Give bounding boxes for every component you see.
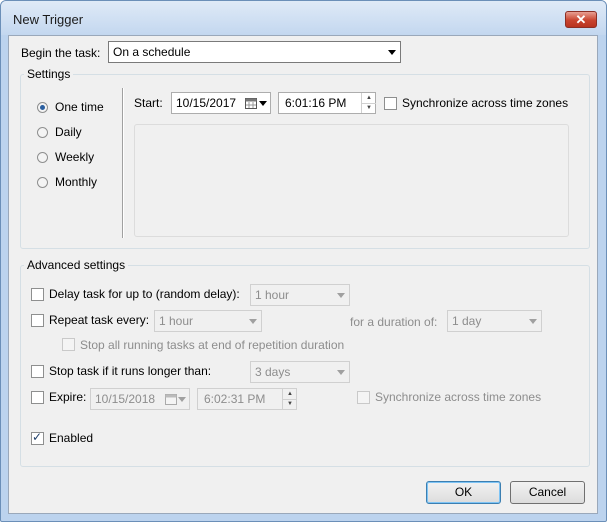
chevron-down-icon (178, 397, 186, 402)
new-trigger-dialog: New Trigger ✕ Begin the task: On a sched… (0, 0, 607, 522)
start-time-field[interactable]: 6:01:16 PM ▲ ▼ (278, 92, 376, 114)
repeat-task-checkbox[interactable] (31, 314, 44, 327)
dialog-body: Begin the task: On a schedule Settings O… (8, 35, 598, 514)
window-title: New Trigger (13, 12, 84, 27)
start-time-spinner[interactable]: ▲ ▼ (361, 93, 376, 113)
synchronize-label[interactable]: Synchronize across time zones (402, 96, 568, 110)
checkmark-icon: ✓ (32, 430, 43, 444)
expire-time-spinner[interactable]: ▲ ▼ (282, 389, 297, 409)
start-date-value: 10/15/2017 (176, 96, 237, 110)
spin-down-icon[interactable]: ▼ (283, 399, 297, 409)
calendar-icon[interactable] (245, 98, 257, 109)
duration-select[interactable]: 1 day (447, 310, 542, 332)
title-bar[interactable]: New Trigger ✕ (1, 1, 606, 35)
chevron-down-icon (259, 101, 267, 106)
repeat-task-value: 1 hour (159, 314, 194, 328)
weekly-label[interactable]: Weekly (55, 150, 94, 164)
start-date-picker[interactable]: 10/15/2017 (171, 92, 271, 114)
enabled-checkbox[interactable]: ✓ (31, 430, 44, 445)
recurrence-panel (134, 124, 569, 237)
begin-task-value: On a schedule (113, 45, 191, 59)
duration-value: 1 day (452, 314, 482, 328)
settings-divider (122, 88, 124, 238)
stop-running-tasks-label: Stop all running tasks at end of repetit… (80, 338, 345, 352)
daily-label[interactable]: Daily (55, 125, 82, 139)
advanced-settings-label: Advanced settings (24, 258, 129, 272)
chevron-down-icon (337, 293, 345, 298)
monthly-label[interactable]: Monthly (55, 175, 97, 189)
expire-date-value: 10/15/2018 (95, 392, 156, 406)
stop-task-checkbox[interactable] (31, 365, 44, 378)
chevron-down-icon (249, 319, 257, 324)
stop-running-tasks-checkbox[interactable] (62, 338, 75, 351)
repeat-task-select[interactable]: 1 hour (154, 310, 262, 332)
one-time-radio[interactable] (37, 102, 48, 113)
settings-group-label: Settings (24, 67, 74, 81)
duration-label: for a duration of: (350, 315, 438, 329)
calendar-icon[interactable] (165, 394, 177, 405)
delay-task-value: 1 hour (255, 288, 290, 302)
spin-down-icon[interactable]: ▼ (362, 103, 376, 113)
delay-task-select[interactable]: 1 hour (250, 284, 350, 306)
start-time-value: 6:01:16 PM (285, 96, 347, 110)
begin-task-label: Begin the task: (21, 46, 101, 60)
expire-checkbox[interactable] (31, 391, 44, 404)
weekly-radio[interactable] (37, 152, 48, 163)
daily-radio[interactable] (37, 127, 48, 138)
expire-synchronize-checkbox[interactable] (357, 391, 370, 404)
expire-label[interactable]: Expire: (49, 390, 86, 404)
enabled-label[interactable]: Enabled (49, 431, 93, 445)
one-time-label[interactable]: One time (55, 100, 104, 114)
delay-task-checkbox[interactable] (31, 288, 44, 301)
ok-button[interactable]: OK (426, 481, 501, 504)
expire-synchronize-label: Synchronize across time zones (375, 390, 542, 404)
start-label: Start: (134, 96, 163, 110)
expire-date-picker[interactable]: 10/15/2018 (90, 388, 190, 410)
expire-time-value: 6:02:31 PM (204, 392, 266, 406)
chevron-down-icon (337, 370, 345, 375)
delay-task-label[interactable]: Delay task for up to (random delay): (49, 287, 240, 301)
cancel-button[interactable]: Cancel (510, 481, 585, 504)
close-button[interactable]: ✕ (565, 11, 597, 28)
stop-task-value: 3 days (255, 365, 291, 379)
repeat-task-label[interactable]: Repeat task every: (49, 313, 149, 327)
chevron-down-icon (388, 50, 396, 55)
begin-task-select[interactable]: On a schedule (108, 41, 401, 63)
expire-time-field[interactable]: 6:02:31 PM ▲ ▼ (197, 388, 297, 410)
chevron-down-icon (529, 319, 537, 324)
stop-task-select[interactable]: 3 days (250, 361, 350, 383)
stop-task-label[interactable]: Stop task if it runs longer than: (49, 364, 211, 378)
synchronize-checkbox[interactable] (384, 97, 397, 110)
monthly-radio[interactable] (37, 177, 48, 188)
